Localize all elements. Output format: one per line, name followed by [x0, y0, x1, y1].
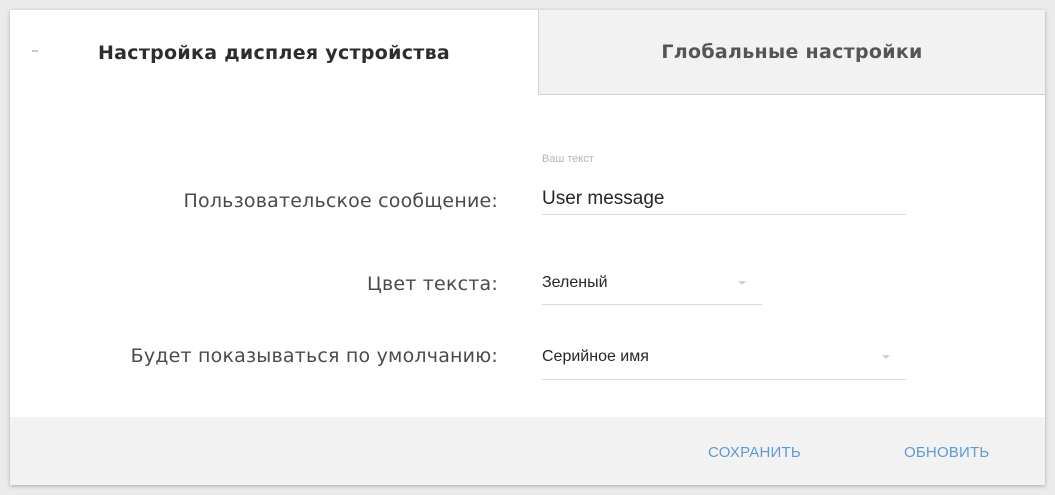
tab-device-display-settings[interactable]: Настройка дисплея устройства	[10, 10, 538, 95]
tab-label: Настройка дисплея устройства	[97, 41, 451, 64]
tab-global-settings[interactable]: Глобальные настройки	[538, 10, 1045, 95]
default-display-value: Серийное имя	[542, 348, 649, 365]
tab-bar: Настройка дисплея устройства Глобальные …	[10, 10, 1045, 95]
tab-drag-handle-icon	[32, 50, 38, 52]
tab-label: Глобальные настройки	[661, 41, 923, 63]
save-button[interactable]: СОХРАНИТЬ	[708, 444, 801, 461]
user-message-field[interactable]: Ваш текст User message	[542, 150, 906, 215]
text-color-select[interactable]: Зеленый	[542, 258, 762, 305]
action-footer	[10, 417, 1045, 485]
user-message-value: User message	[542, 188, 665, 209]
user-message-label: Пользовательское сообщение:	[183, 190, 498, 212]
default-display-label: Будет показываться по умолчанию:	[130, 345, 498, 367]
default-display-select[interactable]: Серийное имя	[542, 332, 906, 380]
chevron-down-icon	[738, 281, 746, 285]
user-message-floating-label: Ваш текст	[542, 153, 594, 165]
settings-card: Настройка дисплея устройства Глобальные …	[10, 10, 1045, 485]
text-color-value: Зеленый	[542, 274, 608, 291]
text-color-label: Цвет текста:	[367, 273, 498, 295]
refresh-button[interactable]: ОБНОВИТЬ	[904, 444, 989, 461]
chevron-down-icon	[882, 355, 890, 359]
